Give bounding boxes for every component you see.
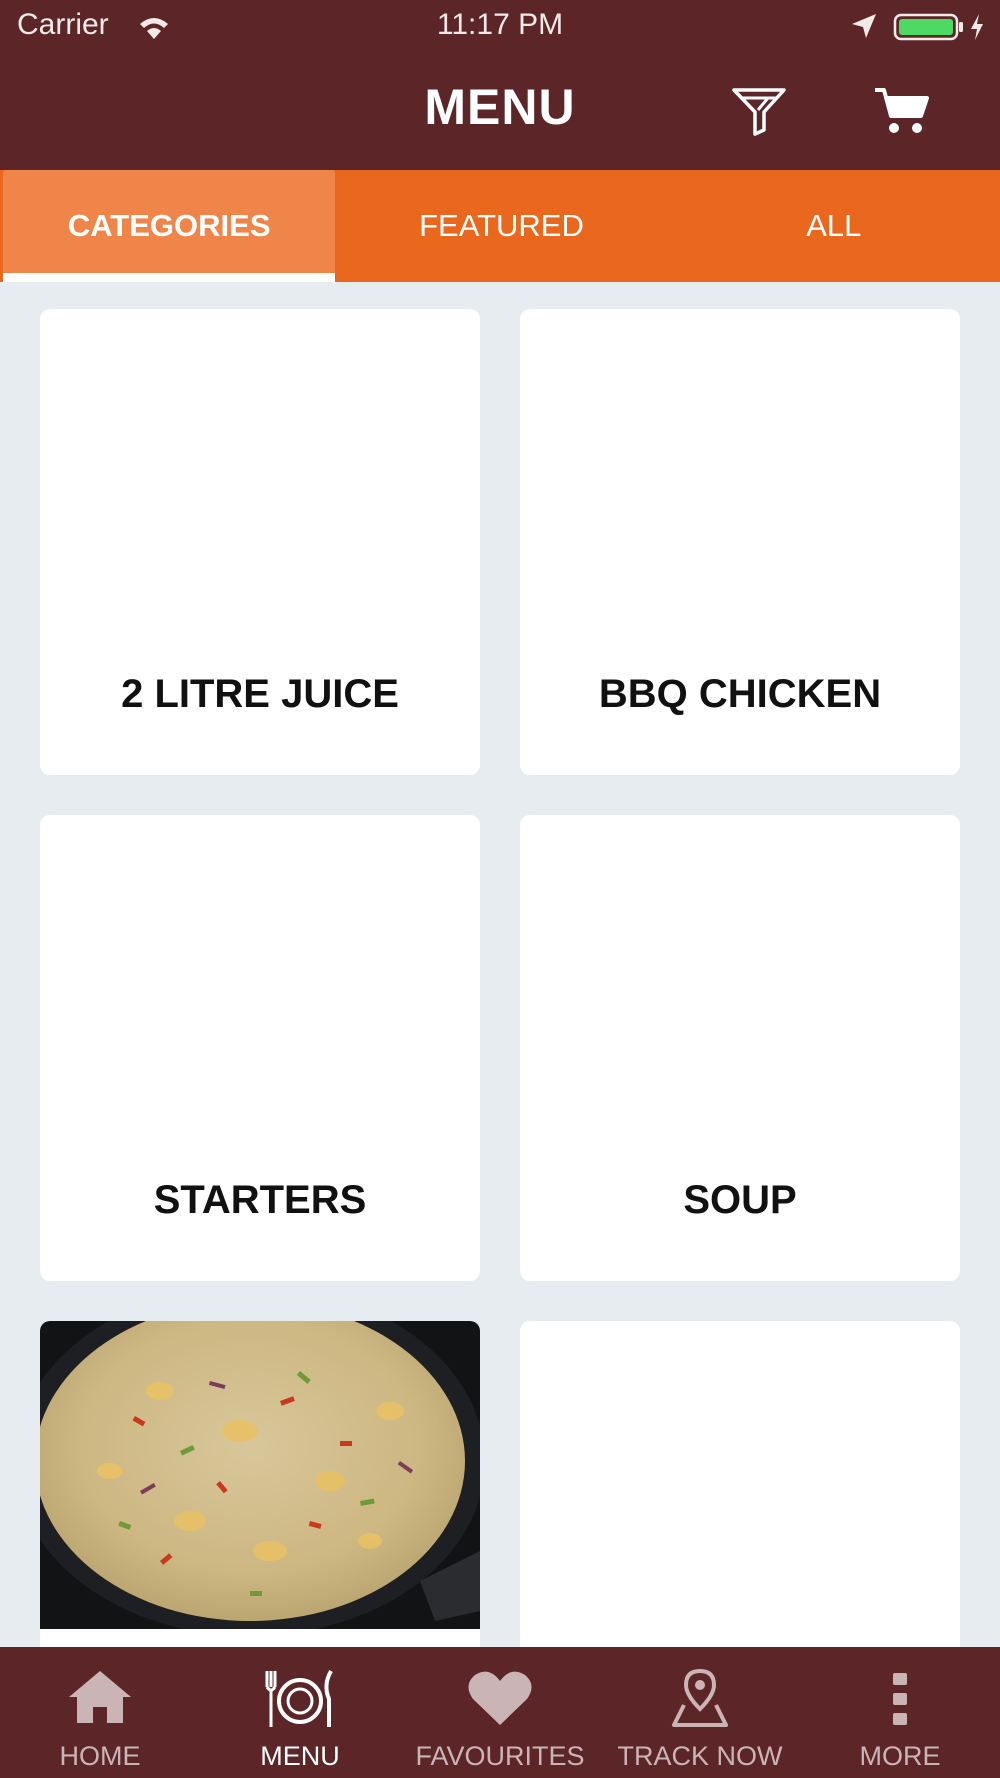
- status-bar: Carrier 11:17 PM: [0, 0, 1000, 54]
- category-card-starters[interactable]: STARTERS: [40, 815, 480, 1281]
- map-pin-icon: [672, 1669, 728, 1727]
- category-label: SOUP: [683, 1178, 797, 1222]
- fried-rice-photo: [40, 1321, 480, 1629]
- bottom-tab-bar: HOME MENU FAVOURITES TRACK NOW MORE: [0, 1647, 1000, 1778]
- more-vertical-icon: [893, 1673, 907, 1725]
- home-icon: [69, 1671, 131, 1723]
- tab-all[interactable]: ALL: [668, 170, 1000, 282]
- category-card-fried-rice[interactable]: [40, 1321, 480, 1647]
- heart-icon: [468, 1671, 532, 1725]
- page-title: MENU: [424, 79, 576, 135]
- charging-bolt-icon: [971, 14, 983, 40]
- nav-home[interactable]: HOME: [0, 1647, 200, 1778]
- nav-menu-label: MENU: [260, 1741, 340, 1771]
- category-label: 2 LITRE JUICE: [121, 672, 399, 716]
- app-header: Carrier 11:17 PM MENU: [0, 0, 1000, 170]
- category-card[interactable]: [520, 1321, 960, 1647]
- battery-icon: [893, 13, 963, 41]
- nav-track-now-label: TRACK NOW: [617, 1741, 783, 1771]
- menu-tabs: CATEGORIES FEATURED ALL: [0, 170, 1000, 282]
- category-grid: 2 LITRE JUICE BBQ CHICKEN STARTERS SOUP: [0, 282, 1000, 1647]
- cart-icon[interactable]: [873, 84, 929, 136]
- location-arrow-icon: [852, 14, 876, 38]
- category-card-2-litre-juice[interactable]: 2 LITRE JUICE: [40, 309, 480, 775]
- category-label: BBQ CHICKEN: [598, 672, 882, 716]
- tab-featured[interactable]: FEATURED: [335, 170, 667, 282]
- nav-track-now[interactable]: TRACK NOW: [600, 1647, 800, 1778]
- filter-icon[interactable]: [730, 84, 788, 136]
- tab-categories[interactable]: CATEGORIES: [3, 170, 336, 282]
- nav-favourites[interactable]: FAVOURITES: [400, 1647, 600, 1778]
- nav-favourites-label: FAVOURITES: [415, 1741, 585, 1771]
- nav-menu[interactable]: MENU: [200, 1647, 400, 1778]
- category-card-soup[interactable]: SOUP: [520, 815, 960, 1281]
- nav-more[interactable]: MORE: [800, 1647, 1000, 1778]
- category-card-bbq-chicken[interactable]: BBQ CHICKEN: [520, 309, 960, 775]
- nav-more-label: MORE: [859, 1741, 941, 1771]
- plate-cutlery-icon: [265, 1670, 333, 1727]
- nav-home-label: HOME: [59, 1741, 141, 1771]
- category-label: STARTERS: [153, 1178, 367, 1222]
